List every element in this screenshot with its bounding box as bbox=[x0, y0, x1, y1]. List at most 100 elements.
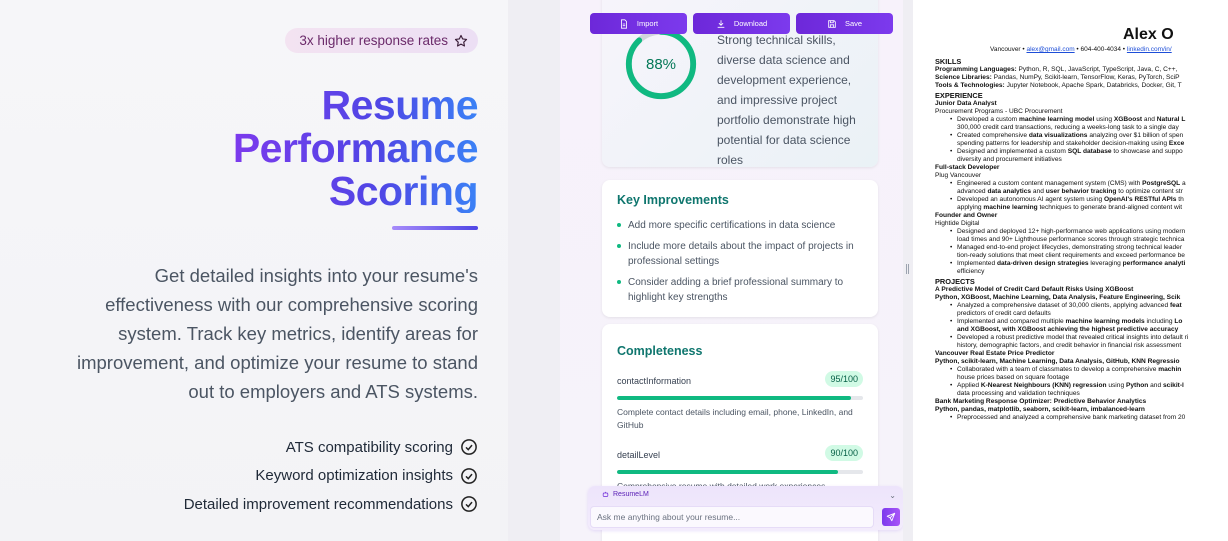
download-icon bbox=[717, 19, 725, 28]
contact-city: Vancouver bbox=[990, 46, 1021, 53]
resume-bullet-line: Engineered a custom content management s… bbox=[935, 180, 1228, 188]
page-title: Resume Performance Scoring bbox=[233, 84, 479, 213]
feature-list: ATS compatibility scoring Keyword optimi… bbox=[184, 433, 478, 519]
text: 300,000 credit card transactions, reduci… bbox=[957, 124, 1179, 131]
chat-input[interactable]: Ask me anything about your resume... bbox=[590, 506, 874, 528]
contact-phone: 604-400-4034 bbox=[1080, 46, 1121, 53]
send-button[interactable] bbox=[882, 508, 900, 526]
headline-line-1: Resume bbox=[233, 84, 478, 127]
text: and bbox=[1031, 188, 1046, 195]
chat-header[interactable]: ResumeLM bbox=[602, 491, 649, 498]
text: applying bbox=[957, 204, 984, 211]
contact-linkedin-link[interactable]: linkedin.com/in/ bbox=[1127, 46, 1172, 53]
text: predictors of credit card defaults bbox=[957, 310, 1051, 317]
resume-bullet-line: Developed a robust predictive model that… bbox=[935, 334, 1228, 342]
check-circle-icon bbox=[461, 467, 477, 484]
resume-bullet-line: load times and 90+ Lighthouse performanc… bbox=[935, 236, 1228, 244]
text: Analyzed a comprehensive dataset of 30,0… bbox=[957, 302, 1170, 309]
bold-text: Programming Languages: bbox=[935, 66, 1017, 73]
star-icon bbox=[454, 34, 468, 47]
text: Designed and implemented a custom bbox=[957, 148, 1068, 155]
metric-progress-track bbox=[617, 396, 863, 400]
resume-bullet-line: Managed end-to-end project lifecycles, d… bbox=[935, 244, 1228, 252]
text: efficiency bbox=[957, 268, 985, 275]
job-company: Hightide Digital bbox=[935, 220, 980, 227]
import-button[interactable]: Import bbox=[590, 13, 687, 34]
metric-description: Complete contact details including email… bbox=[617, 407, 853, 430]
text: house prices based on square footage bbox=[957, 374, 1070, 381]
bold-text: data analytics bbox=[987, 188, 1032, 195]
badge-label: 3x higher response rates bbox=[299, 33, 448, 48]
resume-bullet-line: Preprocessed and analyzed a comprehensiv… bbox=[935, 414, 1228, 422]
resume-bullet-line: Analyzed a comprehensive dataset of 30,0… bbox=[935, 302, 1228, 310]
resume-bullet-line: Created comprehensive data visualization… bbox=[935, 132, 1228, 140]
metric-score-badge: 90/100 bbox=[825, 445, 863, 461]
project-title: Vancouver Real Estate Price Predictor bbox=[935, 350, 1055, 357]
bold-text: K-Nearest Neighbours (KNN) regression bbox=[980, 382, 1107, 389]
skills-row: Programming Languages: Python, R, SQL, J… bbox=[935, 66, 1228, 74]
bot-icon bbox=[602, 491, 609, 497]
resume-bullet-line: Developed an autonomous AI agent system … bbox=[935, 196, 1228, 204]
text: including bbox=[1144, 318, 1175, 325]
resume-section-heading: PROJECTS bbox=[935, 277, 975, 286]
resume-bullet-line: diversity and procurement initiatives bbox=[935, 156, 1228, 164]
text: Collaborated with a team of classmates t… bbox=[957, 366, 1159, 373]
grip-icon bbox=[906, 264, 909, 274]
feature-item: ATS compatibility scoring bbox=[184, 433, 478, 462]
response-rate-badge: 3x higher response rates bbox=[285, 28, 478, 53]
metric-progress-fill bbox=[617, 396, 851, 400]
title-underline bbox=[392, 226, 478, 230]
metric-progress-fill bbox=[617, 470, 839, 474]
text: Developed an autonomous AI agent system … bbox=[957, 196, 1104, 203]
improvements-title: Key Improvements bbox=[617, 193, 729, 207]
download-button[interactable]: Download bbox=[693, 13, 790, 34]
improvement-item: Add more specific certifications in data… bbox=[617, 218, 867, 233]
chat-placeholder: Ask me anything about your resume... bbox=[597, 512, 741, 522]
file-icon bbox=[620, 18, 627, 29]
bold-text: Natural L bbox=[1156, 116, 1186, 123]
analysis-panel: Import Download Save 88% Strong technica… bbox=[560, 0, 903, 541]
bold-text: user behavior tracking bbox=[1045, 188, 1117, 195]
bold-text: machin bbox=[1158, 366, 1182, 373]
bold-text: scikit-l bbox=[1162, 382, 1184, 389]
marketing-panel: 3x higher response rates Resume Performa… bbox=[0, 0, 508, 541]
bold-text: OpenAI's RESTful APIs bbox=[1104, 196, 1177, 203]
resume-bullet-line: house prices based on square footage bbox=[935, 374, 1228, 382]
feature-label: Detailed improvement recommendations bbox=[183, 495, 453, 513]
resume-bullet-line: spending patterns for leadership and sta… bbox=[935, 140, 1228, 148]
save-button[interactable]: Save bbox=[796, 13, 893, 34]
resume-bullet-line: efficiency bbox=[935, 268, 1228, 276]
text: Developed a robust predictive model that… bbox=[957, 334, 1189, 341]
text: Engineered a custom content management s… bbox=[957, 180, 1143, 187]
text: analyzing over $1 billion of spen bbox=[1087, 132, 1184, 139]
metric-progress-track bbox=[617, 470, 863, 474]
chat-title: ResumeLM bbox=[613, 491, 649, 498]
resume-bullet-line: tion-ready solutions that meet client re… bbox=[935, 252, 1228, 260]
text: to showcase and suppo bbox=[1111, 148, 1183, 155]
job-company: Plug Vancouver bbox=[935, 172, 982, 179]
resume-bullet-line: and XGBoost, with XGBoost achieving the … bbox=[935, 326, 1228, 334]
project-stack: Python, XGBoost, Machine Learning, Data … bbox=[935, 294, 1181, 301]
text: to optimize content str bbox=[1116, 188, 1183, 195]
resume-bullet-line: applying machine learning techniques to … bbox=[935, 204, 1228, 212]
save-label: Save bbox=[844, 19, 863, 28]
text: Python, R, SQL, JavaScript, TypeScript, … bbox=[1016, 66, 1178, 73]
bold-text: performance analyti bbox=[1122, 260, 1186, 267]
resume-bullet-line: Developed a custom machine learning mode… bbox=[935, 116, 1228, 124]
resume-bullet-line: Collaborated with a team of classmates t… bbox=[935, 366, 1228, 374]
contact-email-link[interactable]: alex@gmail.com bbox=[1026, 46, 1074, 53]
feature-label: ATS compatibility scoring bbox=[285, 438, 453, 456]
bold-text: SQL database bbox=[1067, 148, 1112, 155]
resume-bullet-line: Designed and implemented a custom SQL da… bbox=[935, 148, 1228, 156]
bold-text: machine learning models bbox=[1065, 318, 1145, 325]
bold-text: feat bbox=[1169, 302, 1182, 309]
improvement-item: Include more details about the impact of… bbox=[617, 239, 867, 269]
resume-section-heading: SKILLS bbox=[935, 57, 962, 66]
feature-item: Keyword optimization insights bbox=[184, 462, 478, 491]
panel-resize-handle[interactable] bbox=[903, 0, 913, 541]
text: Applied bbox=[957, 382, 981, 389]
send-icon bbox=[886, 512, 896, 522]
bold-text: machine learning bbox=[983, 204, 1038, 211]
project-title: A Predictive Model of Credit Card Defaul… bbox=[935, 286, 1134, 293]
chevron-down-icon[interactable]: ⌄ bbox=[889, 491, 896, 500]
